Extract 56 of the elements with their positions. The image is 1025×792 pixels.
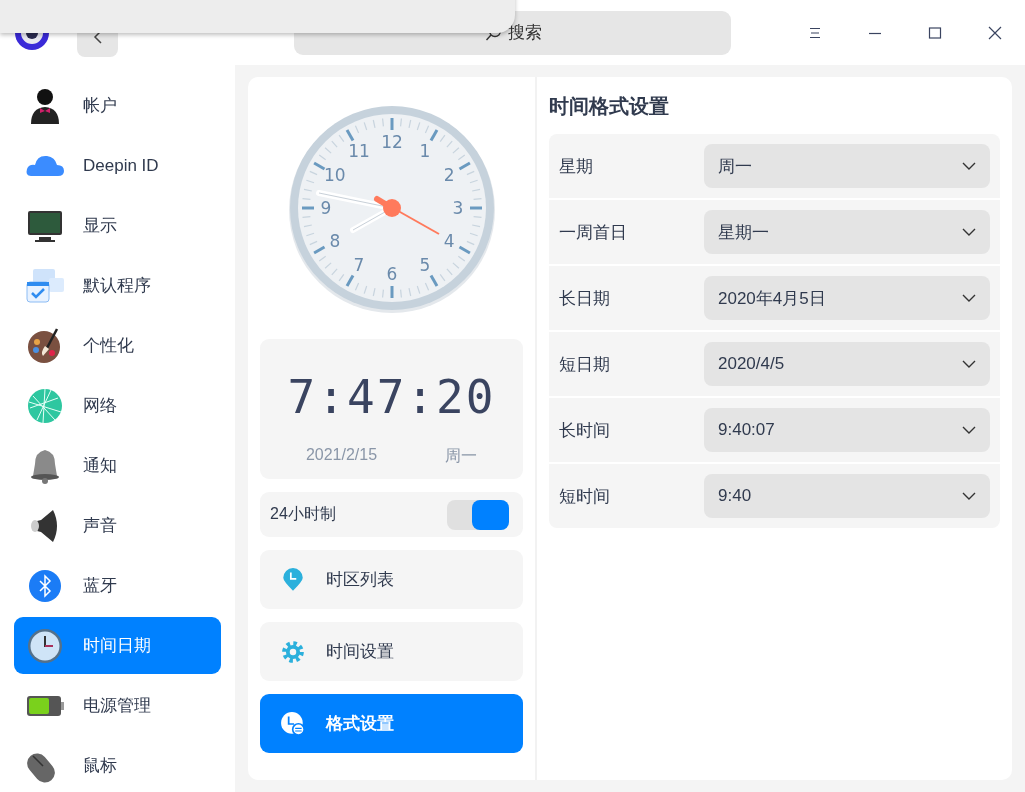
sidebar-item[interactable]: 显示 — [14, 197, 221, 254]
dropdown[interactable]: 2020/4/5 — [704, 342, 990, 386]
sidebar-item[interactable]: 默认程序 — [14, 257, 221, 314]
maximize-icon[interactable] — [927, 24, 943, 41]
sidebar-item[interactable]: 网络 — [14, 377, 221, 434]
sidebar-item[interactable]: 通知 — [14, 437, 221, 494]
sidebar-item[interactable]: 帐户 — [14, 77, 221, 134]
sidebar-item[interactable]: 个性化 — [14, 317, 221, 374]
gear-icon — [280, 638, 306, 665]
dropdown[interactable]: 2020年4月5日 — [704, 276, 990, 320]
clock-number: 1 — [419, 140, 430, 161]
clock-number: 5 — [419, 255, 430, 276]
nav-button[interactable]: 格式设置 — [260, 694, 523, 753]
toggle-label: 24小时制 — [270, 504, 336, 524]
dropdown[interactable]: 周一 — [704, 144, 990, 188]
row-label: 长日期 — [559, 287, 611, 310]
date-text: 2021/2/15 — [305, 446, 378, 465]
dropdown[interactable]: 星期一 — [704, 210, 990, 254]
row-label: 星期 — [559, 155, 594, 178]
sidebar-item[interactable]: Deepin ID — [14, 137, 221, 194]
clock-number: 6 — [386, 264, 397, 284]
caret-icon — [962, 360, 976, 368]
clock-number: 9 — [320, 198, 331, 218]
row-label: 一周首日 — [559, 221, 628, 244]
dropdown[interactable]: 9:40 — [704, 474, 990, 518]
row-label: 短时间 — [559, 485, 611, 508]
sidebar-item[interactable]: 电源管理 — [14, 677, 221, 734]
sidebar-item[interactable]: 声音 — [14, 497, 221, 554]
digital-time: 7:47:20 — [287, 370, 496, 424]
dropdown[interactable]: 9:40:07 — [704, 408, 990, 452]
nav-button[interactable]: 时区列表 — [260, 550, 523, 609]
sidebar-item[interactable]: 时间日期 — [14, 617, 221, 674]
caret-icon — [962, 228, 976, 236]
weekday-text: 周一 — [445, 446, 478, 466]
clock-number: 2 — [443, 165, 455, 185]
caret-icon — [962, 294, 976, 302]
clock-number: 12 — [380, 132, 403, 152]
caret-icon — [962, 162, 976, 170]
nav-button[interactable]: 时间设置 — [260, 622, 523, 681]
row-label: 短日期 — [559, 353, 611, 376]
caret-icon — [962, 426, 976, 434]
row-label: 长时间 — [559, 419, 611, 442]
clock-number: 10 — [323, 165, 346, 185]
clock-number: 11 — [347, 140, 370, 161]
clock-number: 4 — [443, 231, 455, 251]
section-title: 时间格式设置 — [549, 94, 670, 119]
close-icon[interactable] — [987, 24, 1003, 41]
clock-number: 3 — [452, 198, 463, 218]
clock-number: 8 — [328, 231, 340, 251]
caret-icon — [962, 492, 976, 500]
sidebar-item[interactable]: 鼠标 — [14, 737, 221, 792]
clock-number: 7 — [353, 255, 364, 276]
pin-icon — [280, 566, 306, 593]
sidebar-item[interactable]: 蓝牙 — [14, 557, 221, 614]
toggle-switch[interactable] — [447, 499, 509, 530]
clock-icon — [280, 710, 306, 737]
